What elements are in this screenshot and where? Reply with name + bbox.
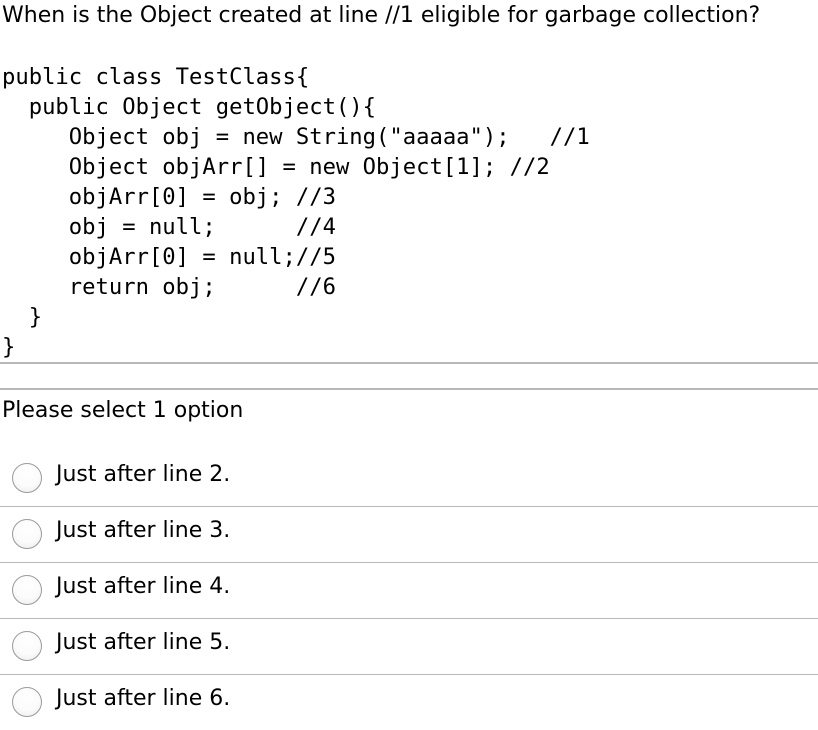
code-line: Object objArr[] = new Object[1]; //2 <box>2 154 550 180</box>
code-line: obj = null; //4 <box>2 214 336 240</box>
radio-button-icon[interactable] <box>12 463 42 493</box>
code-line: objArr[0] = null;//5 <box>2 244 336 270</box>
code-line: } <box>2 304 43 330</box>
option-label: Just after line 5. <box>56 630 231 655</box>
code-line: return obj; //6 <box>2 274 336 300</box>
option-label: Just after line 6. <box>56 686 231 711</box>
option-label: Just after line 2. <box>56 462 231 487</box>
option-label: Just after line 3. <box>56 518 231 543</box>
code-block: public class TestClass{ public Object ge… <box>2 62 590 362</box>
option-4[interactable]: Just after line 5. <box>0 619 818 675</box>
code-line: public class TestClass{ <box>2 64 310 90</box>
select-prompt: Please select 1 option <box>2 398 244 423</box>
question-text: When is the Object created at line //1 e… <box>2 3 761 28</box>
option-1[interactable]: Just after line 2. <box>0 451 818 507</box>
radio-button-icon[interactable] <box>12 687 42 717</box>
radio-button-icon[interactable] <box>12 575 42 605</box>
code-divider-bottom <box>0 388 818 390</box>
code-divider-top <box>0 362 818 364</box>
code-line: } <box>2 334 16 360</box>
code-line: Object obj = new String("aaaaa"); //1 <box>2 124 590 150</box>
option-3[interactable]: Just after line 4. <box>0 563 818 619</box>
code-line: public Object getObject(){ <box>2 94 377 120</box>
options-list: Just after line 2. Just after line 3. Ju… <box>0 451 818 730</box>
option-5[interactable]: Just after line 6. <box>0 675 818 730</box>
radio-button-icon[interactable] <box>12 519 42 549</box>
code-line: objArr[0] = obj; //3 <box>2 184 336 210</box>
radio-button-icon[interactable] <box>12 631 42 661</box>
option-2[interactable]: Just after line 3. <box>0 507 818 563</box>
option-label: Just after line 4. <box>56 574 231 599</box>
